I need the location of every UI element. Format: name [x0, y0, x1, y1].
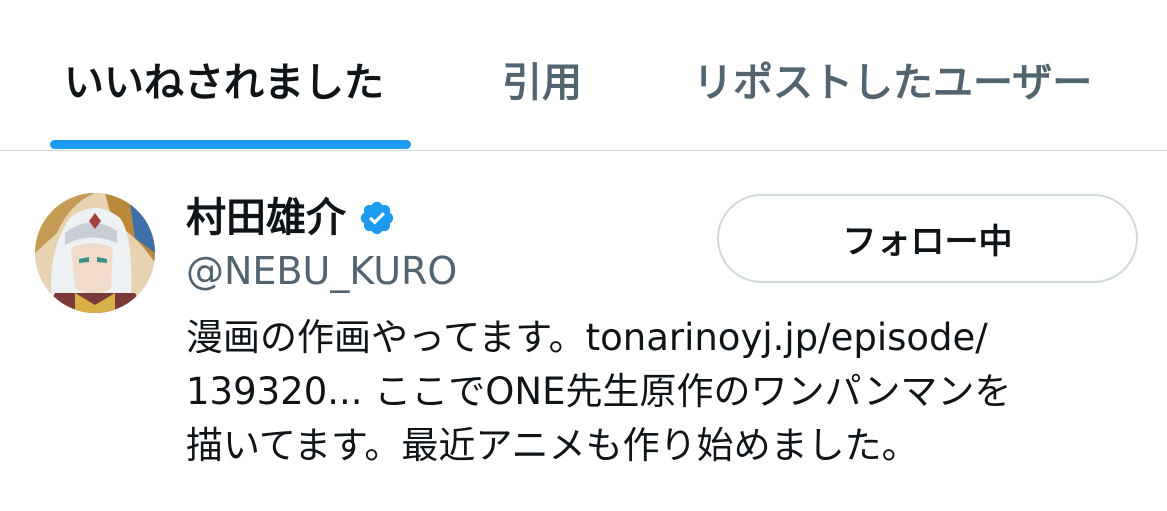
- bio-line: 漫画の作画やってます。tonarinoyj.jp/episode/: [186, 316, 988, 359]
- tab-quotes[interactable]: 引用: [502, 58, 582, 108]
- avatar[interactable]: [35, 193, 155, 313]
- user-handle[interactable]: @NEBU_KURO: [186, 247, 457, 295]
- following-button[interactable]: フォロー中: [717, 194, 1138, 283]
- tab-bar: いいねされました 引用 リポストしたユーザー: [0, 0, 1167, 151]
- bio-line: 139320... ここでONE先生原作のワンパンマンを: [186, 370, 1012, 413]
- tab-reposted-by[interactable]: リポストしたユーザー: [693, 58, 1092, 108]
- bio-line: 描いてます。最近アニメも作り始めました。: [186, 424, 919, 467]
- display-name-row: 村田雄介: [186, 193, 396, 243]
- display-name[interactable]: 村田雄介: [186, 193, 346, 243]
- user-bio: 漫画の作画やってます。tonarinoyj.jp/episode/ 139320…: [186, 311, 1146, 473]
- avatar-illustration: [35, 193, 155, 313]
- active-tab-indicator: [50, 140, 411, 149]
- user-cell[interactable]: 村田雄介 @NEBU_KURO フォロー中 漫画の作画やってます。tonarin…: [0, 151, 1167, 511]
- tab-liked-by[interactable]: いいねされました: [64, 58, 384, 108]
- likes-page: いいねされました 引用 リポストしたユーザー 村田雄介 @NEBU_KURO フ…: [0, 0, 1167, 511]
- verified-badge-icon: [358, 199, 396, 237]
